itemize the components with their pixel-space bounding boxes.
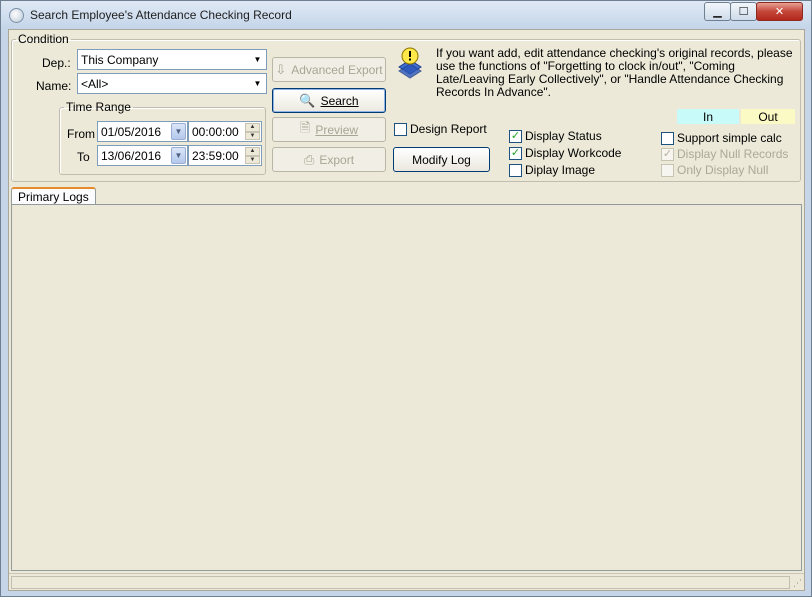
preview-icon: 🗎 [299, 119, 311, 135]
dep-label: Dep.: [42, 56, 71, 70]
client-area: Condition Dep.: This Company ▼ Name: <Al… [8, 29, 805, 591]
checkbox-box[interactable]: ✓ [509, 146, 522, 160]
chevron-down-icon[interactable]: ▼ [250, 75, 265, 92]
in-color-legend: In [677, 109, 739, 124]
to-time-spinner[interactable]: 23:59:00 ▲ ▼ [188, 145, 262, 166]
from-date-picker[interactable]: 01/05/2016 ▼ [97, 121, 188, 142]
only-display-null-checkbox[interactable]: Only Display Null [661, 163, 768, 177]
title-bar[interactable]: Search Employee's Attendance Checking Re… [1, 1, 811, 29]
display-workcode-checkbox[interactable]: ✓ Display Workcode [509, 146, 621, 160]
support-simple-calc-checkbox[interactable]: Support simple calc [661, 131, 782, 145]
advanced-export-label: Advanced Export [291, 62, 383, 77]
name-label: Name: [36, 79, 72, 93]
from-date-value: 01/05/2016 [101, 125, 162, 139]
chevron-down-icon[interactable]: ▼ [250, 51, 265, 68]
checkbox-box[interactable] [661, 131, 674, 145]
spin-up-icon[interactable]: ▲ [245, 123, 260, 132]
display-image-label: Diplay Image [525, 163, 596, 177]
main-window: Search Employee's Attendance Checking Re… [0, 0, 812, 597]
advanced-export-button[interactable]: ⇩ Advanced Export [272, 57, 386, 82]
modify-log-label: Modify Log [412, 152, 471, 167]
to-date-picker[interactable]: 13/06/2016 ▼ [97, 145, 188, 166]
spin-down-icon[interactable]: ▼ [245, 155, 260, 164]
design-report-label: Design Report [410, 122, 487, 136]
modify-log-button[interactable]: Modify Log [393, 147, 490, 172]
window-title: Search Employee's Attendance Checking Re… [30, 8, 292, 22]
status-pane [11, 576, 790, 589]
search-label: Search [320, 93, 359, 108]
dep-value: This Company [81, 53, 159, 67]
app-icon [9, 8, 24, 23]
info-text: If you want add, edit attendance checkin… [436, 46, 793, 99]
checkbox-box[interactable]: ✓ [661, 147, 674, 161]
from-time-value: 00:00:00 [192, 125, 239, 139]
design-report-checkbox[interactable]: Design Report [394, 122, 487, 136]
display-null-records-label: Display Null Records [677, 147, 789, 161]
condition-legend: Condition [18, 32, 69, 46]
display-status-checkbox[interactable]: ✓ Display Status [509, 129, 602, 143]
preview-label: Preview [315, 122, 359, 137]
checkbox-box[interactable] [661, 163, 674, 177]
close-button[interactable]: ✕ [756, 2, 803, 21]
from-time-spinner[interactable]: 00:00:00 ▲ ▼ [188, 121, 262, 142]
spin-down-icon[interactable]: ▼ [245, 131, 260, 140]
search-icon: 🔍 [299, 92, 316, 108]
checkbox-box[interactable]: ✓ [509, 129, 522, 143]
to-label: To [77, 150, 90, 164]
calendar-dropdown-icon[interactable]: ▼ [171, 123, 186, 140]
calendar-dropdown-icon[interactable]: ▼ [171, 147, 186, 164]
spin-up-icon[interactable]: ▲ [245, 147, 260, 156]
dep-combo[interactable]: This Company ▼ [77, 49, 267, 70]
display-image-checkbox[interactable]: Diplay Image [509, 163, 595, 177]
display-null-records-checkbox[interactable]: ✓ Display Null Records [661, 147, 788, 161]
resize-grip-icon[interactable]: ⋰ [793, 578, 802, 589]
maximize-button[interactable]: ☐ [730, 2, 757, 21]
primary-logs-panel [11, 204, 802, 571]
out-color-legend: Out [741, 109, 795, 124]
display-workcode-label: Display Workcode [525, 146, 622, 160]
minimize-button[interactable]: ▁ [704, 2, 731, 21]
search-button[interactable]: 🔍 Search [272, 88, 386, 113]
name-combo[interactable]: <All> ▼ [77, 73, 267, 94]
to-time-value: 23:59:00 [192, 149, 239, 163]
name-value: <All> [81, 77, 109, 91]
status-bar: ⋰ [9, 573, 804, 590]
preview-button[interactable]: 🗎 Preview [272, 117, 386, 142]
info-warning-icon [398, 47, 422, 79]
tab-primary-logs[interactable]: Primary Logs [11, 187, 96, 205]
display-status-label: Display Status [525, 129, 602, 143]
only-display-null-label: Only Display Null [677, 163, 769, 177]
to-date-value: 13/06/2016 [101, 149, 162, 163]
from-label: From [67, 127, 95, 141]
support-simple-calc-label: Support simple calc [677, 131, 782, 145]
checkbox-box[interactable] [509, 163, 522, 177]
export-label: Export [319, 152, 355, 167]
export-icon: ⎙ [303, 151, 315, 167]
export-button[interactable]: ⎙ Export [272, 147, 386, 172]
time-range-legend: Time Range [66, 100, 131, 114]
download-arrow-icon: ⇩ [275, 61, 287, 77]
checkbox-box[interactable] [394, 122, 407, 136]
